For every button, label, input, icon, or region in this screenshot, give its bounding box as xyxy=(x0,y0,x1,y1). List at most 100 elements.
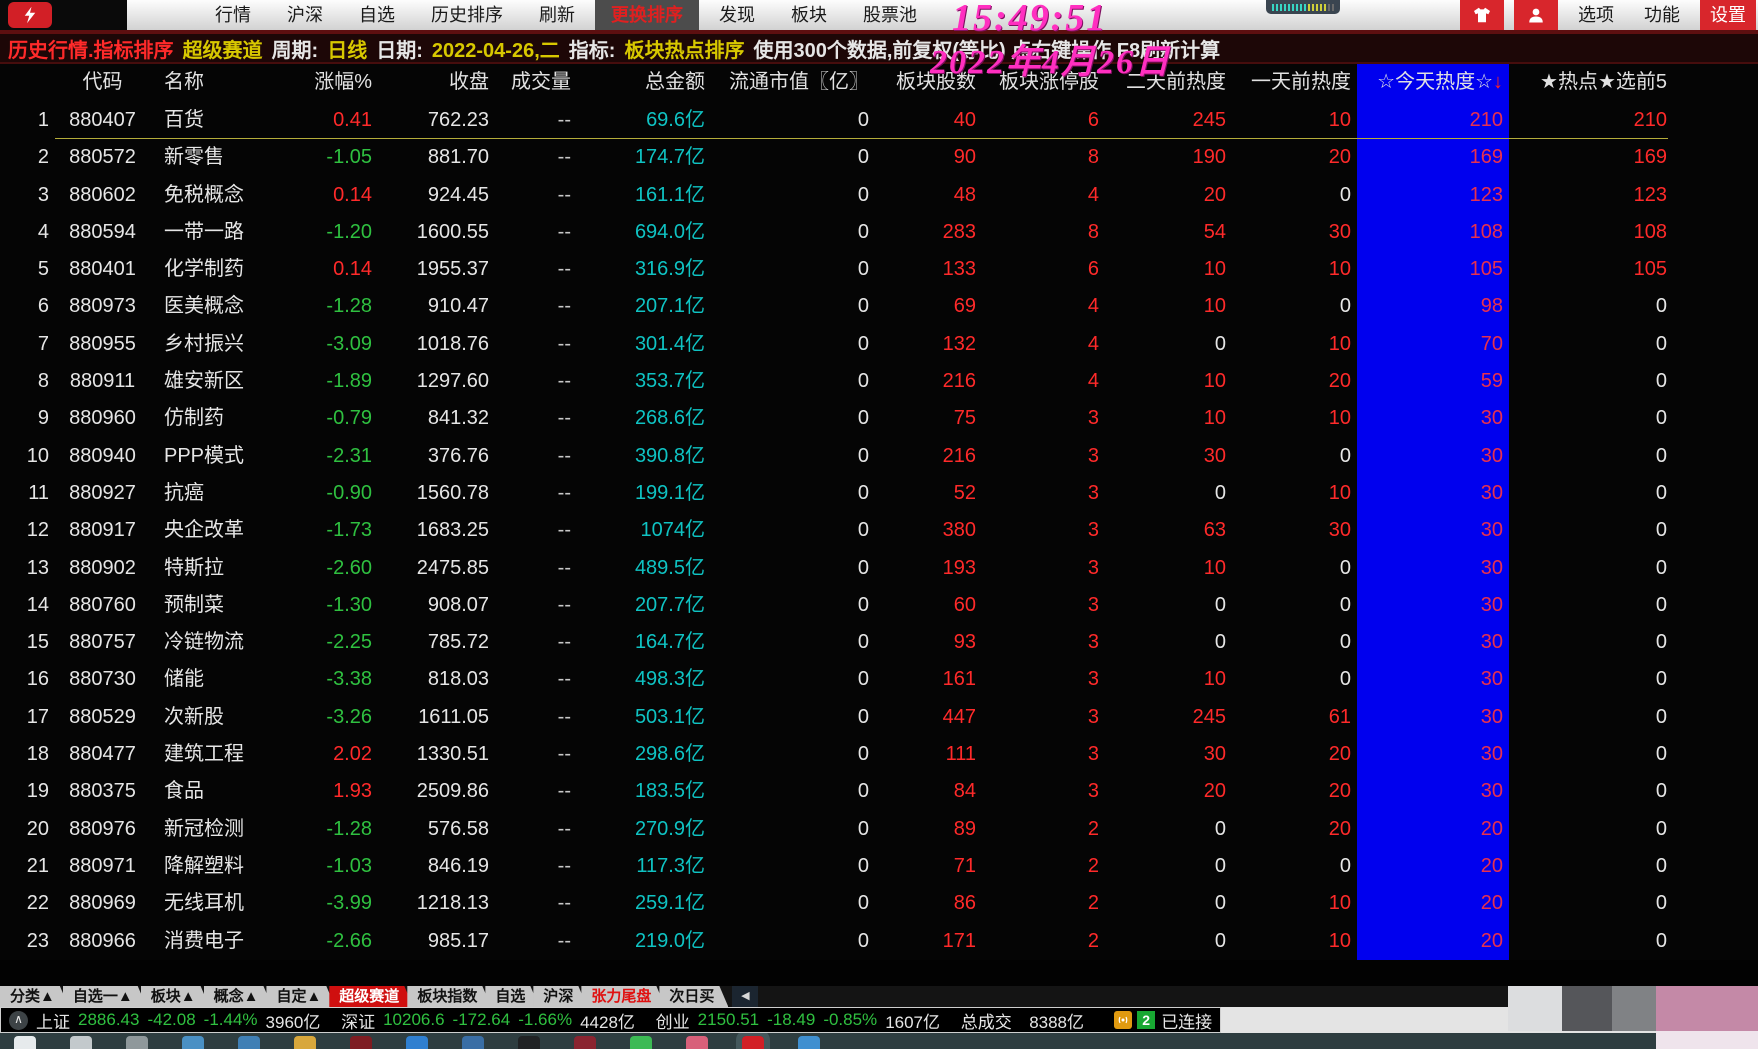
menu-functions[interactable]: 功能 xyxy=(1634,0,1690,30)
tab-分类▲[interactable]: 分类▲ xyxy=(0,986,69,1007)
tab-scroll-left-button[interactable]: ◀ xyxy=(732,986,758,1007)
task-view-icon[interactable] xyxy=(126,1036,148,1049)
table-cell: -0.79 xyxy=(290,400,378,437)
table-row[interactable]: 2880572新零售-1.05881.70--174.7亿09081902016… xyxy=(0,139,1758,176)
table-row[interactable]: 22880969无线耳机-3.991218.13--259.1亿08620102… xyxy=(0,885,1758,922)
tab-板块▲[interactable]: 板块▲ xyxy=(141,986,210,1007)
table-row[interactable]: 20880976新冠检测-1.28576.58--270.9亿089202020… xyxy=(0,811,1758,848)
menu-item-自选[interactable]: 自选 xyxy=(343,0,411,30)
tab-沪深[interactable]: 沪深 xyxy=(533,986,587,1007)
column-header-☆今天热度☆[interactable]: ☆今天热度☆↓ xyxy=(1357,64,1509,102)
table-cell: 0 xyxy=(711,885,875,922)
folder-icon[interactable] xyxy=(294,1036,316,1049)
background-window-fragment xyxy=(1656,986,1758,1031)
shop-shirt-button[interactable] xyxy=(1460,0,1504,30)
menu-item-行情[interactable]: 行情 xyxy=(199,0,267,30)
tab-自定▲[interactable]: 自定▲ xyxy=(266,986,335,1007)
start-icon[interactable] xyxy=(14,1036,36,1049)
table-cell: 0 xyxy=(1509,587,1673,624)
menu-options[interactable]: 选项 xyxy=(1568,0,1624,30)
compass-icon[interactable] xyxy=(798,1036,820,1049)
table-cell: 0 xyxy=(711,177,875,214)
background-window-fragment xyxy=(1656,1031,1758,1049)
stock-swirl-icon[interactable] xyxy=(574,1036,596,1049)
mini-quote-widget[interactable] xyxy=(1266,0,1340,14)
tab-板块指数[interactable]: 板块指数 xyxy=(407,986,491,1007)
monitor-icon[interactable] xyxy=(238,1036,260,1049)
table-cell: -- xyxy=(495,438,577,475)
index-amount: 4428亿 xyxy=(580,1008,635,1033)
table-cell: 3 xyxy=(982,587,1105,624)
market-toggle-icon[interactable]: ∧ xyxy=(9,1011,28,1030)
tab-超级赛道[interactable]: 超级赛道 xyxy=(329,986,413,1007)
table-row[interactable]: 16880730储能-3.38818.03--498.3亿01613100300 xyxy=(0,661,1758,698)
column-header-二天前热度[interactable]: 二天前热度 xyxy=(1105,64,1232,102)
column-header-板块涨停股[interactable]: 板块涨停股 xyxy=(982,64,1105,102)
barcode-icon[interactable] xyxy=(350,1036,372,1049)
table-row[interactable]: 21880971降解塑料-1.03846.19--117.3亿071200200 xyxy=(0,848,1758,885)
remote-pc-icon[interactable] xyxy=(462,1036,484,1049)
tdx-app-icon[interactable] xyxy=(742,1036,764,1049)
table-row[interactable]: 7880955乡村振兴-3.091018.76--301.4亿013240107… xyxy=(0,326,1758,363)
column-header-板块股数[interactable]: 板块股数 xyxy=(875,64,982,102)
menu-item-板块[interactable]: 板块 xyxy=(775,0,843,30)
menu-item-发现[interactable]: 发现 xyxy=(703,0,771,30)
table-row[interactable]: 23880966消费电子-2.66985.17--219.0亿017120102… xyxy=(0,923,1758,960)
column-header-收盘[interactable]: 收盘 xyxy=(378,64,495,102)
table-cell: -1.73 xyxy=(290,512,378,549)
search-icon[interactable] xyxy=(70,1036,92,1049)
table-row[interactable]: 15880757冷链物流-2.25785.72--164.7亿093300300 xyxy=(0,624,1758,661)
table-row[interactable]: 3880602免税概念0.14924.45--161.1亿04842001231… xyxy=(0,177,1758,214)
table-row[interactable]: 8880911雄安新区-1.891297.60--353.7亿021641020… xyxy=(0,363,1758,400)
table-cell: 0 xyxy=(711,475,875,512)
column-header-名称[interactable]: 名称 xyxy=(150,64,290,102)
table-cell: 30 xyxy=(1357,400,1509,437)
table-row[interactable]: 14880760预制菜-1.30908.07--207.7亿060300300 xyxy=(0,587,1758,624)
menu-item-股票池[interactable]: 股票池 xyxy=(847,0,933,30)
table-row[interactable]: 4880594一带一路-1.201600.55--694.0亿028385430… xyxy=(0,214,1758,251)
user-button[interactable] xyxy=(1514,0,1558,30)
app-logo-icon[interactable] xyxy=(8,2,52,28)
headset-icon[interactable] xyxy=(518,1036,540,1049)
table-row[interactable]: 12880917央企改革-1.731683.25--1074亿038036330… xyxy=(0,512,1758,549)
column-header-涨幅%[interactable]: 涨幅% xyxy=(290,64,378,102)
column-header-总金额[interactable]: 总金额 xyxy=(577,64,711,102)
info-segment: 超级赛道 xyxy=(183,34,263,63)
menu-item-沪深[interactable]: 沪深 xyxy=(271,0,339,30)
tab-自选[interactable]: 自选 xyxy=(485,986,539,1007)
menu-item-历史排序[interactable]: 历史排序 xyxy=(415,0,519,30)
browser-window-icon[interactable] xyxy=(182,1036,204,1049)
wechat-icon[interactable] xyxy=(630,1036,652,1049)
menu-item-更换排序[interactable]: 更换排序 xyxy=(595,0,699,30)
tab-自选一▲[interactable]: 自选一▲ xyxy=(63,986,147,1007)
menu-settings[interactable]: 设置 xyxy=(1700,0,1756,30)
table-cell-filler xyxy=(1673,587,1758,624)
table-row[interactable]: 13880902特斯拉-2.602475.85--489.5亿019331003… xyxy=(0,550,1758,587)
tab-次日买[interactable]: 次日买 xyxy=(659,986,728,1007)
table-cell: 0 xyxy=(1509,848,1673,885)
qq-icon[interactable] xyxy=(406,1036,428,1049)
column-header-成交量[interactable]: 成交量 xyxy=(495,64,577,102)
table-cell: 245 xyxy=(1105,699,1232,736)
table-row[interactable]: 18880477建筑工程2.021330.51--298.6亿011133020… xyxy=(0,736,1758,773)
column-header-代码[interactable]: 代码 xyxy=(55,64,150,102)
table-row[interactable]: 1880407百货0.41762.23--69.6亿04062451021021… xyxy=(0,102,1758,139)
table-row[interactable]: 5880401化学制药0.141955.37--316.9亿0133610101… xyxy=(0,251,1758,288)
column-header-★热点★选前5[interactable]: ★热点★选前5 xyxy=(1509,64,1673,102)
table-row[interactable]: 11880927抗癌-0.901560.78--199.1亿0523010300 xyxy=(0,475,1758,512)
table-cell: 1218.13 xyxy=(378,885,495,922)
table-cell: 10 xyxy=(1232,885,1357,922)
table-cell: 6 xyxy=(0,288,55,325)
table-cell: 210 xyxy=(1357,102,1509,139)
table-row[interactable]: 10880940PPP模式-2.31376.76--390.8亿02163300… xyxy=(0,438,1758,475)
table-row[interactable]: 17880529次新股-3.261611.05--503.1亿044732456… xyxy=(0,699,1758,736)
column-header-流通市值〖亿〗[interactable]: 流通市值〖亿〗 xyxy=(711,64,875,102)
column-header-一天前热度[interactable]: 一天前热度 xyxy=(1232,64,1357,102)
menu-item-刷新[interactable]: 刷新 xyxy=(523,0,591,30)
table-row[interactable]: 6880973医美概念-1.28910.47--207.1亿0694100980 xyxy=(0,288,1758,325)
tab-张力尾盘[interactable]: 张力尾盘 xyxy=(581,986,665,1007)
tab-概念▲[interactable]: 概念▲ xyxy=(204,986,273,1007)
table-row[interactable]: 19880375食品1.932509.86--183.5亿08432020300 xyxy=(0,773,1758,810)
pink-app-icon[interactable] xyxy=(686,1036,708,1049)
table-row[interactable]: 9880960仿制药-0.79841.32--268.6亿07531010300 xyxy=(0,400,1758,437)
